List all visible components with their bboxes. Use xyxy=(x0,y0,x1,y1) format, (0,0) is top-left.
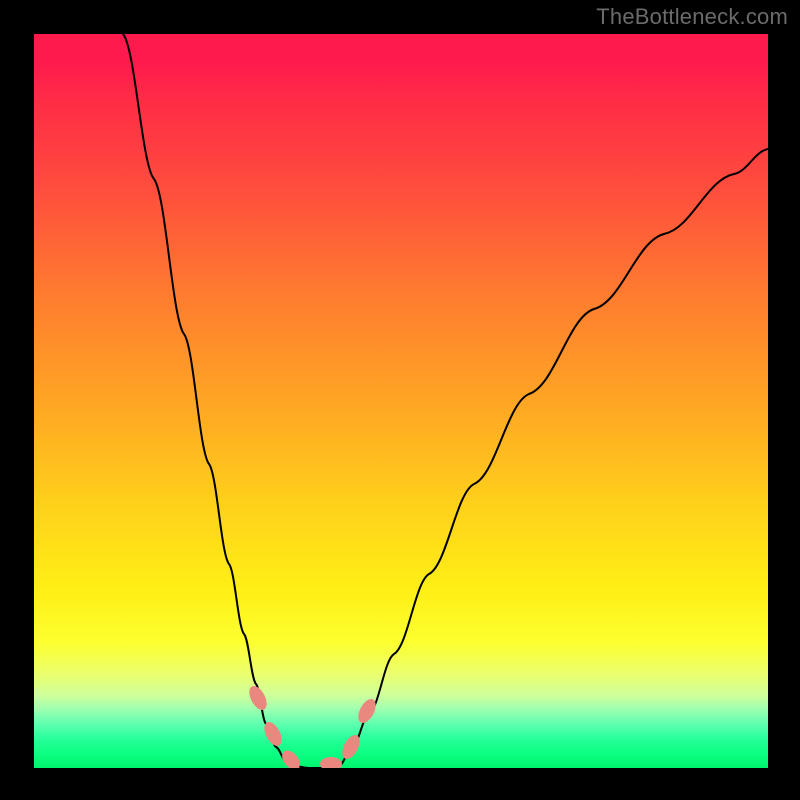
chart-frame: TheBottleneck.com xyxy=(0,0,800,800)
watermark-text: TheBottleneck.com xyxy=(596,4,788,30)
curve-layer xyxy=(34,34,768,768)
curve-marker xyxy=(279,747,304,768)
marker-group xyxy=(246,683,380,768)
plot-area xyxy=(34,34,768,768)
curve-marker xyxy=(320,757,342,768)
bottleneck-curve xyxy=(123,34,768,768)
curve-marker xyxy=(339,732,364,762)
curve-marker xyxy=(261,719,286,749)
curve-marker xyxy=(246,683,271,713)
